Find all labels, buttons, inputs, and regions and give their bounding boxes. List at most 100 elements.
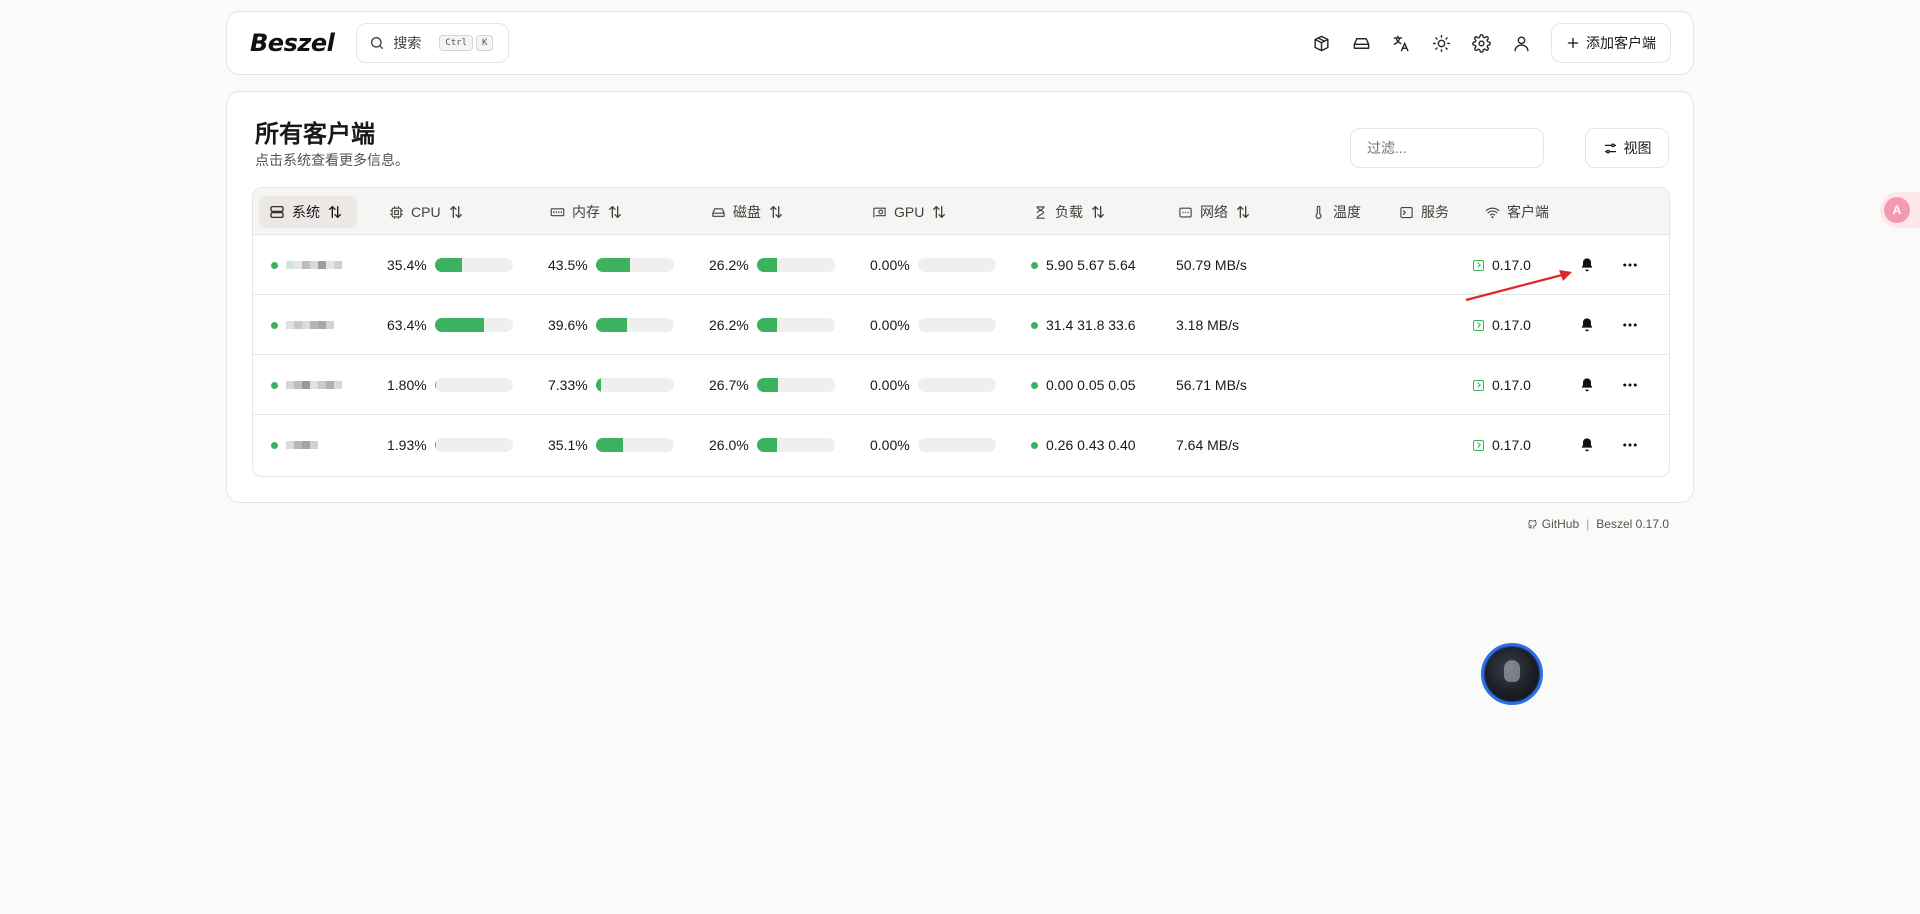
app-logo[interactable]: Beszel: [250, 29, 335, 57]
sort-icon: [329, 205, 341, 219]
column-label-client: 客户端: [1507, 204, 1549, 220]
cpu-cell: 35.4%: [387, 235, 513, 295]
alerts-button[interactable]: [1579, 355, 1595, 415]
user-menu-button[interactable]: [1501, 23, 1541, 63]
row-actions-button[interactable]: [1621, 295, 1639, 355]
github-link[interactable]: GitHub: [1542, 517, 1579, 531]
disk-cell: 26.2%: [709, 295, 835, 355]
pixel-block: [302, 321, 310, 329]
hard-drive-icon: [712, 207, 725, 217]
system-name-cell[interactable]: [271, 235, 342, 295]
table-row[interactable]: 1.80% 7.33% 26.7% 0.00% 0.00 0.05 0.05 5…: [253, 355, 1669, 415]
disk-value: 26.2%: [709, 257, 749, 273]
theme-toggle-button[interactable]: [1421, 23, 1461, 63]
gpu-bar: [917, 258, 996, 272]
sort-icon: [449, 205, 462, 219]
language-button[interactable]: [1381, 23, 1421, 63]
column-label-cpu: CPU: [411, 204, 441, 220]
column-label-services: 服务: [1421, 204, 1449, 220]
table-row[interactable]: 63.4% 39.6% 26.2% 0.00% 31.4 31.8 33.6 3…: [253, 295, 1669, 355]
client-version-cell: 0.17.0: [1473, 415, 1531, 475]
memory-value: 39.6%: [548, 317, 588, 333]
network-value: 56.71 MB/s: [1176, 377, 1247, 393]
column-header-memory[interactable]: 内存: [540, 196, 633, 228]
memory-bar: [595, 438, 674, 452]
cpu-value: 35.4%: [387, 257, 427, 273]
column-header-network[interactable]: 网络: [1168, 196, 1261, 228]
table-row[interactable]: 35.4% 43.5% 26.2% 0.00% 5.90 5.67 5.64 5…: [253, 235, 1669, 295]
ethernet-icon: [1179, 207, 1192, 217]
disk-cell: 26.7%: [709, 355, 835, 415]
settings-button[interactable]: [1461, 23, 1501, 63]
footer-separator: |: [1586, 517, 1590, 531]
side-extension-badge[interactable]: A: [1880, 192, 1920, 228]
network-cell: 50.79 MB/s: [1176, 235, 1247, 295]
network-cell: 56.71 MB/s: [1176, 355, 1247, 415]
load-value: 5.90 5.67 5.64: [1046, 257, 1136, 273]
pixel-block: [310, 321, 318, 329]
pixel-block: [286, 441, 294, 449]
table-row[interactable]: 1.93% 35.1% 26.0% 0.00% 0.26 0.43 0.40 7…: [253, 415, 1669, 475]
extension-icon: A: [1884, 197, 1910, 223]
top-navbar: Beszel 搜索 Ctrl K 添加客户端: [226, 11, 1694, 75]
column-header-gpu[interactable]: GPU: [862, 196, 957, 228]
cpu-bar: [434, 438, 513, 452]
version-ok-icon: [1473, 439, 1484, 451]
cpu-value: 63.4%: [387, 317, 427, 333]
column-header-load[interactable]: 负载: [1023, 196, 1116, 228]
cpu-bar: [434, 258, 513, 272]
load-value: 0.00 0.05 0.05: [1046, 377, 1136, 393]
pixel-block: [286, 261, 294, 269]
column-header-client[interactable]: 客户端: [1475, 196, 1559, 228]
system-name-cell[interactable]: [271, 355, 342, 415]
row-actions-button[interactable]: [1621, 355, 1639, 415]
pixel-block: [302, 261, 310, 269]
gpu-value: 0.00%: [870, 317, 910, 333]
alerts-button[interactable]: [1579, 415, 1595, 475]
more-horizontal-icon: [1623, 383, 1637, 387]
app-version[interactable]: Beszel 0.17.0: [1596, 517, 1669, 531]
column-header-services[interactable]: 服务: [1389, 196, 1459, 228]
more-horizontal-icon: [1623, 443, 1637, 447]
search-label: 搜索: [393, 35, 422, 51]
disk-bar-fill: [756, 438, 777, 452]
system-name-cell[interactable]: [271, 295, 334, 355]
system-name-cell[interactable]: [271, 415, 318, 475]
add-client-button[interactable]: 添加客户端: [1551, 23, 1671, 63]
version-ok-icon: [1473, 379, 1484, 391]
cpu-bar: [434, 318, 513, 332]
cpu-value: 1.80%: [387, 377, 427, 393]
floating-avatar[interactable]: [1481, 643, 1543, 705]
row-actions-button[interactable]: [1621, 235, 1639, 295]
gear-icon: [1471, 33, 1491, 53]
system-name-redacted: [286, 261, 342, 269]
column-header-disk[interactable]: 磁盘: [701, 196, 794, 228]
gpu-bar: [917, 438, 996, 452]
row-actions-button[interactable]: [1621, 415, 1639, 475]
cpu-bar-fill: [434, 258, 463, 272]
memory-cell: 7.33%: [548, 355, 674, 415]
terminal-icon: [1400, 206, 1413, 218]
load-cell: 0.26 0.43 0.40: [1031, 415, 1136, 475]
add-client-label: 添加客户端: [1586, 35, 1656, 51]
memory-bar: [595, 318, 674, 332]
disks-button[interactable]: [1341, 23, 1381, 63]
column-header-system[interactable]: 系统: [259, 196, 357, 228]
memory-cell: 39.6%: [548, 295, 674, 355]
footer: GitHub | Beszel 0.17.0: [1527, 517, 1669, 531]
column-label-temperature: 温度: [1333, 204, 1361, 220]
disk-bar: [756, 438, 835, 452]
pixel-block: [318, 261, 326, 269]
disk-cell: 26.0%: [709, 415, 835, 475]
sort-icon: [1237, 205, 1249, 219]
container-box-icon: [1313, 35, 1329, 51]
search-button[interactable]: 搜索 Ctrl K: [356, 23, 510, 63]
view-options-button[interactable]: 视图: [1585, 128, 1669, 168]
column-header-temperature[interactable]: 温度: [1301, 196, 1371, 228]
pixel-block: [294, 441, 302, 449]
column-header-cpu[interactable]: CPU: [379, 196, 474, 228]
memory-value: 43.5%: [548, 257, 588, 273]
containers-button[interactable]: [1301, 23, 1341, 63]
filter-input[interactable]: [1350, 128, 1544, 168]
gpu-cell: 0.00%: [870, 355, 996, 415]
